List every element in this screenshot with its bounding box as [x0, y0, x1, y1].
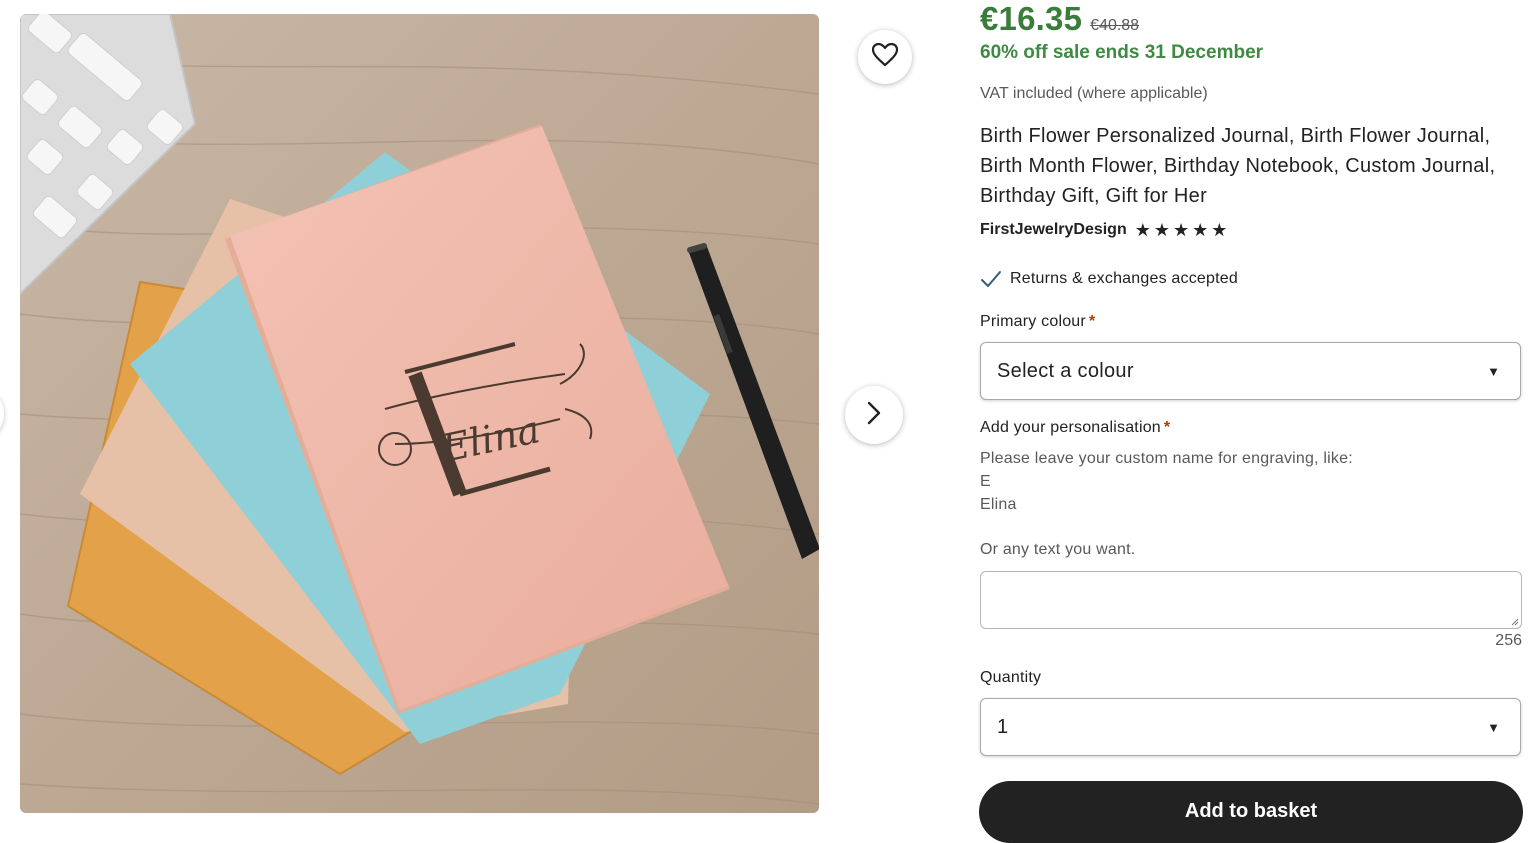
personalisation-help-line: Elina	[980, 496, 1017, 513]
product-title: Birth Flower Personalized Journal, Birth…	[980, 125, 1496, 207]
star-icon: ★	[1134, 220, 1151, 240]
resize-handle-icon[interactable]	[1511, 618, 1519, 626]
star-icon: ★	[1211, 220, 1228, 240]
star-icon: ★	[1173, 220, 1190, 240]
previous-image-button[interactable]	[0, 394, 4, 434]
personalisation-label: Add your personalisation *	[980, 419, 1171, 436]
product-image[interactable]: Elina	[20, 14, 819, 813]
quantity-select-value: 1	[997, 715, 1009, 738]
quantity-select[interactable]: 1 ▼	[980, 698, 1521, 756]
shop-row: FirstJewelryDesign ★ ★ ★ ★ ★	[980, 221, 1227, 239]
next-image-button[interactable]	[845, 386, 903, 444]
chevron-right-icon	[865, 401, 883, 430]
returns-policy: Returns & exchanges accepted	[980, 268, 1238, 290]
add-to-basket-button[interactable]: Add to basket	[979, 781, 1523, 843]
caret-down-icon: ▼	[1487, 719, 1500, 735]
colour-label: Primary colour *	[980, 313, 1096, 330]
quantity-label: Quantity	[980, 669, 1042, 686]
shop-name-link[interactable]: FirstJewelryDesign	[980, 221, 1127, 239]
check-icon	[980, 268, 1002, 290]
character-count: 256	[1495, 632, 1522, 649]
favorite-button[interactable]	[858, 30, 912, 84]
rating-stars[interactable]: ★ ★ ★ ★ ★	[1135, 221, 1228, 239]
star-icon: ★	[1192, 220, 1209, 240]
returns-text: Returns & exchanges accepted	[1010, 270, 1238, 287]
personalisation-textarea[interactable]	[980, 571, 1522, 629]
heart-outline-icon	[871, 42, 899, 72]
required-marker: *	[1088, 313, 1096, 330]
personalisation-help-line: E	[980, 473, 991, 490]
personalisation-help-line: Please leave your custom name for engrav…	[980, 450, 1353, 467]
personalisation-help-line: Or any text you want.	[980, 541, 1136, 558]
caret-down-icon: ▼	[1487, 363, 1500, 379]
star-icon: ★	[1153, 220, 1171, 240]
required-marker: *	[1163, 419, 1171, 436]
vat-note: VAT included (where applicable)	[980, 85, 1208, 102]
sale-banner: 60% off sale ends 31 December	[980, 42, 1264, 63]
current-price: €16.35	[980, 0, 1083, 37]
personalisation-input[interactable]	[981, 572, 1521, 628]
colour-select[interactable]: Select a colour ▼	[980, 342, 1521, 400]
price-row: €16.35 €40.88	[980, 0, 1139, 38]
original-price: €40.88	[1090, 17, 1140, 34]
colour-select-value: Select a colour	[997, 359, 1134, 382]
